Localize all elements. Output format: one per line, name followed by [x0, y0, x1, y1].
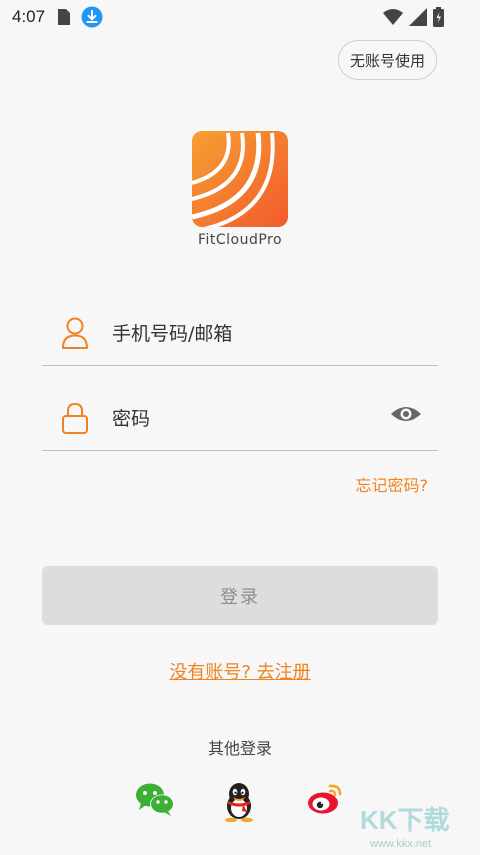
- watermark-text: KK下载: [360, 805, 450, 835]
- lock-icon: [62, 402, 88, 434]
- user-icon: [62, 317, 88, 349]
- sim-card-icon: [58, 9, 71, 25]
- weibo-icon[interactable]: [306, 782, 344, 816]
- phone-email-field: [42, 306, 438, 366]
- watermark-logo: KK下载 www.kkx.net: [360, 805, 450, 850]
- status-left-icons: [57, 6, 103, 28]
- app-name: FitCloudPro: [197, 232, 283, 248]
- phone-email-input[interactable]: [112, 314, 382, 354]
- other-login-label: 其他登录: [207, 739, 272, 758]
- app-logo-icon: [192, 131, 288, 227]
- app-logo: [192, 131, 288, 227]
- status-time: 4:07: [12, 7, 46, 26]
- password-field: [42, 391, 438, 451]
- battery-icon: [433, 7, 444, 27]
- register-link[interactable]: 没有账号? 去注册: [0, 658, 480, 684]
- password-input[interactable]: [112, 399, 382, 439]
- login-button[interactable]: 登录: [42, 566, 438, 625]
- signal-icon: [409, 8, 427, 26]
- status-right-icons: [383, 7, 444, 27]
- guest-mode-button[interactable]: 无账号使用: [337, 40, 437, 80]
- eye-icon[interactable]: [390, 402, 422, 426]
- status-bar: 4:07: [0, 0, 480, 34]
- qq-icon[interactable]: [221, 782, 257, 822]
- wifi-icon: [383, 9, 403, 25]
- wechat-icon[interactable]: [135, 782, 175, 816]
- watermark-url: www.kkx.net: [369, 838, 431, 850]
- download-icon: [81, 6, 103, 28]
- forgot-password-link[interactable]: 忘记密码?: [356, 472, 429, 496]
